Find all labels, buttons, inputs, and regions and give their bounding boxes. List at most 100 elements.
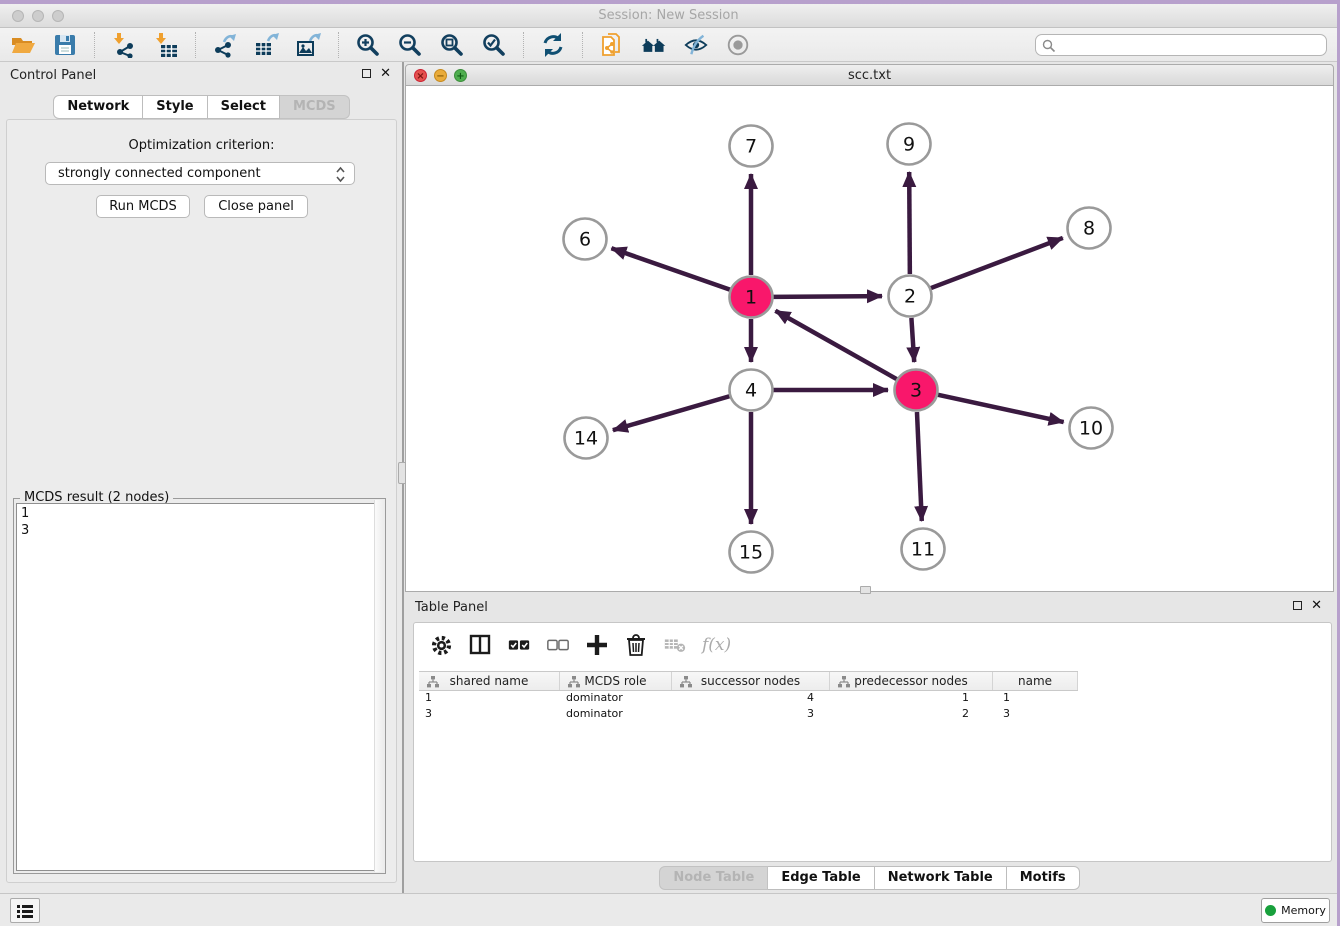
graph-node-14[interactable]: 14 bbox=[565, 418, 608, 459]
table-cell: 3 bbox=[993, 707, 1078, 723]
tab-network[interactable]: Network bbox=[53, 95, 143, 119]
import-table-icon[interactable] bbox=[153, 32, 179, 58]
toolbar-separator bbox=[94, 32, 95, 58]
graph-edge-2-8[interactable] bbox=[931, 238, 1063, 288]
network-window-titlebar[interactable]: × − + scc.txt bbox=[405, 64, 1334, 86]
column-header-shared-name[interactable]: shared name bbox=[419, 672, 560, 690]
control-panel-tabs: NetworkStyleSelectMCDS bbox=[0, 95, 403, 119]
close-table-panel-icon[interactable]: ✕ bbox=[1311, 600, 1322, 611]
open-session-icon[interactable] bbox=[10, 32, 36, 58]
mcds-result-text[interactable]: 1 3 bbox=[16, 503, 383, 871]
tab-motifs[interactable]: Motifs bbox=[1007, 866, 1080, 890]
export-image-icon[interactable] bbox=[296, 32, 322, 58]
graph-edge-2-9[interactable] bbox=[909, 172, 910, 274]
graph-node-11[interactable]: 11 bbox=[902, 529, 945, 570]
zoom-fit-icon[interactable] bbox=[439, 32, 465, 58]
unselect-all-columns-icon[interactable] bbox=[546, 633, 570, 657]
export-network-icon[interactable] bbox=[212, 32, 238, 58]
network-graph: 7 9 6 8 1 2 4 3 14 10 15 11 bbox=[406, 86, 1333, 590]
memory-button[interactable]: Memory bbox=[1261, 898, 1330, 923]
graph-node-10[interactable]: 10 bbox=[1070, 408, 1113, 449]
table-cell: 4 bbox=[672, 691, 830, 707]
graph-edge-1-6[interactable] bbox=[611, 248, 730, 290]
graph-edge-3-10[interactable] bbox=[937, 395, 1063, 422]
column-label: shared name bbox=[450, 674, 529, 688]
save-session-icon[interactable] bbox=[52, 32, 78, 58]
column-label: MCDS role bbox=[584, 674, 646, 688]
split-panel-icon[interactable] bbox=[468, 633, 492, 657]
column-header-MCDS-role[interactable]: MCDS role bbox=[560, 672, 672, 690]
zoom-selected-icon[interactable] bbox=[481, 32, 507, 58]
criterion-select[interactable]: strongly connected component bbox=[45, 162, 355, 185]
main-content: Control Panel ✕ NetworkStyleSelectMCDS O… bbox=[0, 62, 1337, 893]
graph-node-7[interactable]: 7 bbox=[730, 126, 773, 167]
graph-node-6[interactable]: 6 bbox=[564, 219, 607, 260]
graph-node-4[interactable]: 4 bbox=[730, 370, 773, 411]
tab-edge-table[interactable]: Edge Table bbox=[768, 866, 874, 890]
table-header-row: shared name MCDS role successor nodesprede… bbox=[419, 671, 1078, 691]
column-header-successor-nodes[interactable]: successor nodes bbox=[672, 672, 830, 690]
control-panel: Control Panel ✕ NetworkStyleSelectMCDS O… bbox=[0, 62, 403, 893]
toolbar-separator bbox=[338, 32, 339, 58]
tab-mcds[interactable]: MCDS bbox=[280, 95, 350, 119]
network-canvas[interactable]: 7 9 6 8 1 2 4 3 14 10 15 11 bbox=[405, 86, 1334, 592]
hide-graphics-details-icon[interactable] bbox=[683, 32, 709, 58]
graph-node-2[interactable]: 2 bbox=[889, 276, 932, 317]
select-all-columns-icon[interactable] bbox=[507, 633, 531, 657]
zoom-out-icon[interactable] bbox=[397, 32, 423, 58]
app-titlebar: Session: New Session bbox=[0, 4, 1337, 28]
result-scrollbar[interactable] bbox=[374, 500, 384, 872]
table-settings-icon[interactable] bbox=[429, 633, 453, 657]
graph-edge-4-14[interactable] bbox=[613, 396, 730, 430]
tab-node-table[interactable]: Node Table bbox=[659, 866, 768, 890]
add-column-icon[interactable] bbox=[585, 633, 609, 657]
table-cell: 1 bbox=[830, 691, 993, 707]
main-toolbar bbox=[0, 28, 1337, 62]
zoom-in-icon[interactable] bbox=[355, 32, 381, 58]
export-table-icon[interactable] bbox=[254, 32, 280, 58]
search-input[interactable] bbox=[1035, 34, 1327, 56]
float-table-panel-icon[interactable] bbox=[1293, 601, 1302, 610]
tab-style[interactable]: Style bbox=[143, 95, 207, 119]
graph-edge-3-11[interactable] bbox=[917, 412, 922, 521]
table-row[interactable]: 1dominator411 bbox=[419, 691, 1078, 707]
node-label: 7 bbox=[745, 136, 757, 158]
table-body: 1dominator4113dominator323 bbox=[419, 691, 1078, 723]
node-label: 11 bbox=[911, 539, 935, 561]
function-builder-icon[interactable]: f(x) bbox=[702, 635, 731, 655]
delete-columns-icon[interactable] bbox=[624, 633, 648, 657]
node-label: 15 bbox=[739, 542, 763, 564]
graph-edge-3-1[interactable] bbox=[775, 311, 896, 379]
graph-node-9[interactable]: 9 bbox=[888, 124, 931, 165]
criterion-value: strongly connected component bbox=[58, 166, 261, 181]
close-panel-button[interactable]: Close panel bbox=[204, 195, 308, 218]
close-panel-icon[interactable]: ✕ bbox=[380, 68, 391, 79]
graph-node-15[interactable]: 15 bbox=[730, 532, 773, 573]
node-label: 1 bbox=[745, 287, 757, 309]
task-history-button[interactable] bbox=[10, 898, 40, 923]
node-label: 6 bbox=[579, 229, 591, 251]
table-row[interactable]: 3dominator323 bbox=[419, 707, 1078, 723]
graph-node-3[interactable]: 3 bbox=[895, 370, 938, 411]
table-divider-grip[interactable] bbox=[860, 586, 871, 594]
graph-edge-2-3[interactable] bbox=[911, 318, 914, 362]
graph-node-8[interactable]: 8 bbox=[1068, 208, 1111, 249]
graph-node-1[interactable]: 1 bbox=[730, 277, 773, 318]
show-panels-icon[interactable] bbox=[641, 32, 667, 58]
table-cell: 3 bbox=[419, 707, 560, 723]
tab-select[interactable]: Select bbox=[208, 95, 280, 119]
delete-table-icon[interactable] bbox=[663, 633, 687, 657]
node-table: shared name MCDS role successor nodesprede… bbox=[419, 671, 1078, 723]
run-mcds-button[interactable]: Run MCDS bbox=[96, 195, 190, 218]
refresh-layout-icon[interactable] bbox=[540, 32, 566, 58]
column-header-name[interactable]: name bbox=[993, 672, 1078, 690]
search-icon bbox=[1042, 38, 1056, 57]
float-panel-icon[interactable] bbox=[362, 69, 371, 78]
mcds-panel: Optimization criterion: strongly connect… bbox=[6, 119, 397, 883]
column-header-predecessor-nodes[interactable]: predecessor nodes bbox=[830, 672, 993, 690]
graph-edge-1-2[interactable] bbox=[773, 296, 882, 297]
import-network-icon[interactable] bbox=[111, 32, 137, 58]
show-graphics-details-icon[interactable] bbox=[725, 32, 751, 58]
tab-network-table[interactable]: Network Table bbox=[875, 866, 1007, 890]
first-neighbors-icon[interactable] bbox=[599, 32, 625, 58]
